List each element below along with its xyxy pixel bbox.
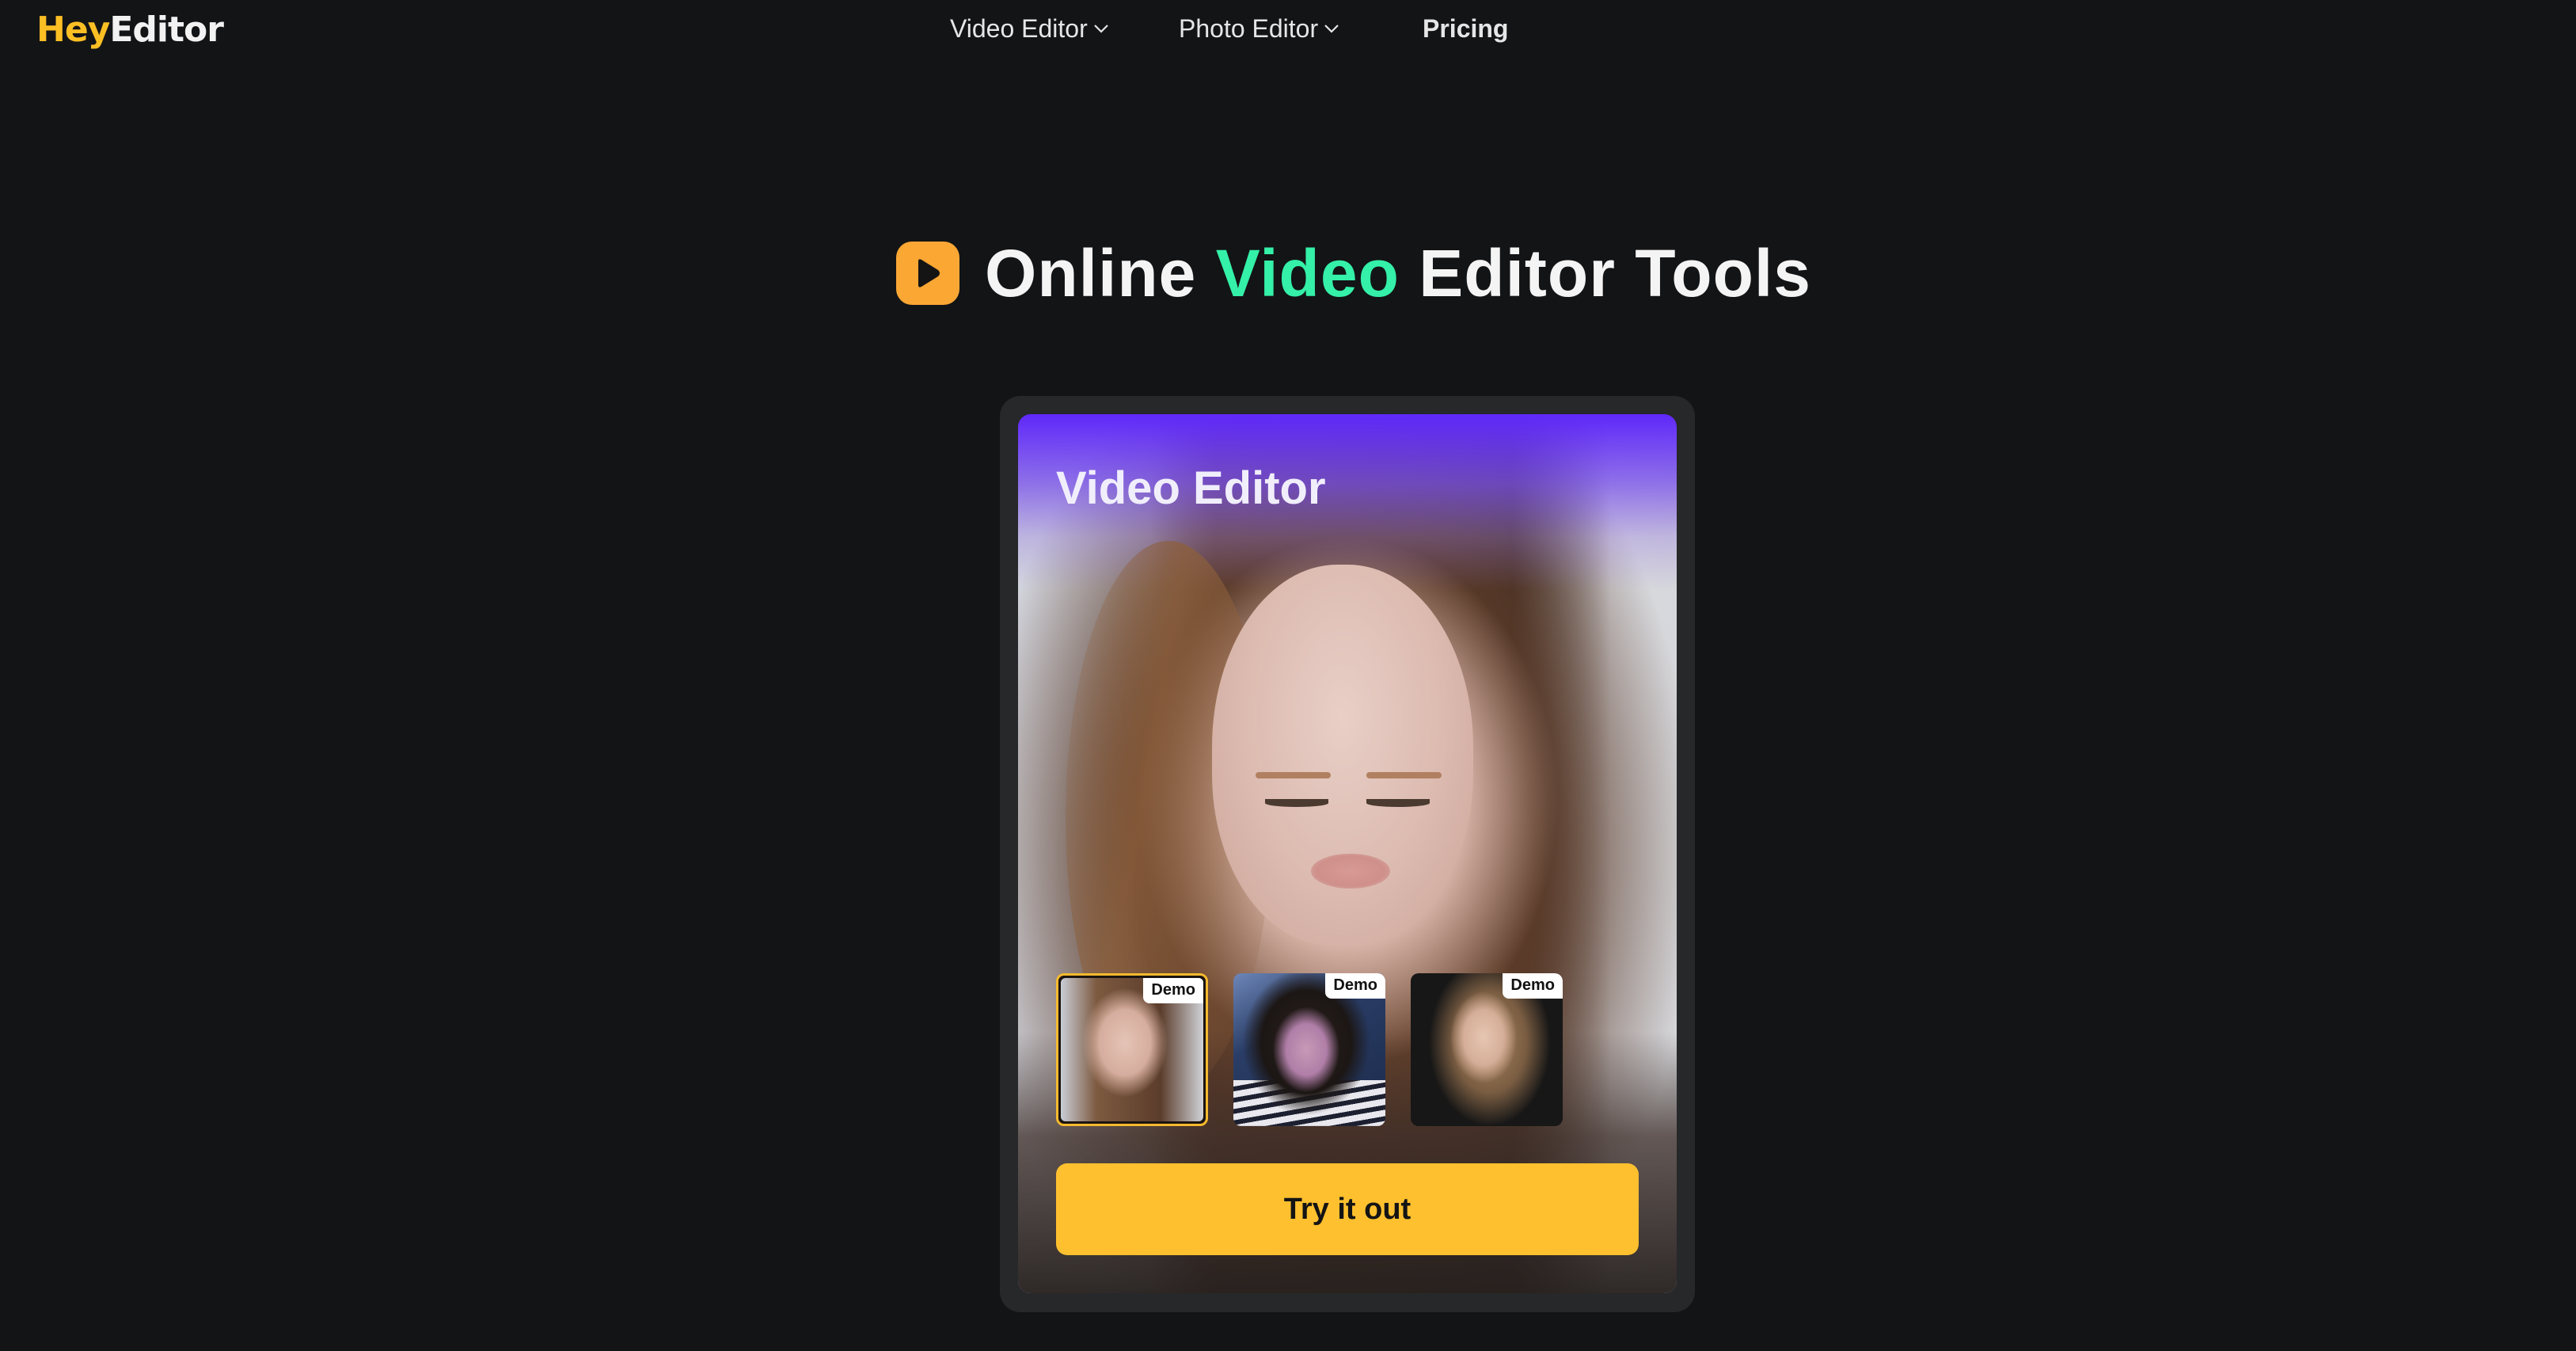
nav-item-pricing[interactable]: Pricing bbox=[1423, 11, 1508, 46]
chevron-down-icon bbox=[1093, 25, 1108, 33]
page-title: Online Video Editor Tools bbox=[985, 235, 1811, 312]
nav-item-photo-editor[interactable]: Photo Editor bbox=[1179, 11, 1340, 46]
preview-eye bbox=[1265, 799, 1328, 807]
video-editor-card: Video Editor Demo Demo Demo Try it out bbox=[1000, 396, 1695, 1312]
title-part2: Editor Tools bbox=[1399, 235, 1811, 310]
play-icon bbox=[896, 242, 959, 305]
nav-item-video-editor[interactable]: Video Editor bbox=[950, 11, 1110, 46]
demo-badge: Demo bbox=[1325, 973, 1385, 999]
card-title: Video Editor bbox=[1056, 462, 1326, 514]
demo-thumbnail[interactable]: Demo bbox=[1056, 973, 1208, 1126]
preview-lips bbox=[1311, 854, 1390, 889]
preview-brow bbox=[1256, 772, 1331, 778]
main-nav: Video Editor Photo Editor Pricing bbox=[0, 11, 2576, 46]
preview-brow bbox=[1366, 772, 1442, 778]
title-accent: Video bbox=[1215, 235, 1400, 310]
play-triangle bbox=[918, 259, 940, 287]
demo-thumbnails: Demo Demo Demo bbox=[1056, 973, 1563, 1126]
chevron-down-icon bbox=[1324, 25, 1339, 33]
preview-image: Video Editor Demo Demo Demo Try it out bbox=[1018, 414, 1677, 1293]
demo-thumbnail[interactable]: Demo bbox=[1233, 973, 1385, 1126]
title-part1: Online bbox=[985, 235, 1216, 310]
demo-thumbnail[interactable]: Demo bbox=[1411, 973, 1563, 1126]
demo-badge: Demo bbox=[1503, 973, 1563, 999]
nav-item-label: Pricing bbox=[1423, 14, 1509, 43]
nav-item-label: Photo Editor bbox=[1179, 14, 1319, 43]
try-it-out-button[interactable]: Try it out bbox=[1056, 1163, 1639, 1255]
demo-badge: Demo bbox=[1143, 978, 1203, 1003]
hero-heading: Online Video Editor Tools bbox=[896, 235, 1811, 312]
preview-eye bbox=[1366, 799, 1430, 807]
nav-item-label: Video Editor bbox=[950, 14, 1088, 43]
